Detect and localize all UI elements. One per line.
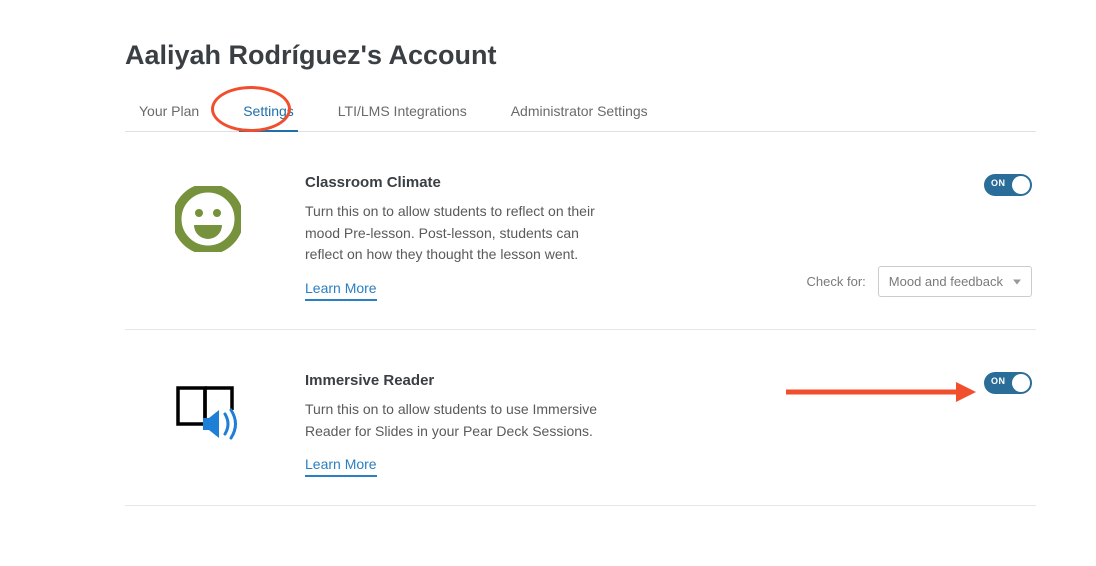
book-speaker-icon	[175, 384, 245, 444]
classroom-climate-body: Classroom Climate Turn this on to allow …	[305, 174, 615, 301]
toggle-on-label: ON	[991, 178, 1006, 188]
smiley-face-icon	[175, 186, 241, 252]
immersive-reader-body: Immersive Reader Turn this on to allow s…	[305, 372, 615, 477]
annotation-arrow	[786, 378, 976, 406]
setting-immersive-reader: Immersive Reader Turn this on to allow s…	[125, 330, 1036, 506]
tab-administrator-settings[interactable]: Administrator Settings	[507, 93, 652, 131]
check-for-label: Check for:	[807, 274, 866, 289]
setting-classroom-climate: Classroom Climate Turn this on to allow …	[125, 132, 1036, 330]
classroom-climate-description: Turn this on to allow students to reflec…	[305, 201, 615, 266]
immersive-reader-toggle-wrap: ON	[984, 372, 1032, 399]
check-for-row: Check for: Mood and feedback	[807, 266, 1032, 297]
page-title: Aaliyah Rodríguez's Account	[125, 40, 1036, 71]
classroom-climate-title: Classroom Climate	[305, 174, 615, 191]
toggle-knob	[1012, 176, 1030, 194]
tab-settings[interactable]: Settings	[239, 93, 298, 131]
immersive-reader-toggle[interactable]: ON	[984, 372, 1032, 394]
toggle-knob	[1012, 374, 1030, 392]
toggle-on-label: ON	[991, 376, 1006, 386]
tab-your-plan[interactable]: Your Plan	[135, 93, 203, 131]
settings-section: Classroom Climate Turn this on to allow …	[125, 132, 1036, 506]
classroom-climate-toggle[interactable]: ON	[984, 174, 1032, 196]
immersive-reader-description: Turn this on to allow students to use Im…	[305, 399, 615, 442]
check-for-dropdown[interactable]: Mood and feedback	[878, 266, 1032, 297]
tabs-bar: Your Plan Settings LTI/LMS Integrations …	[125, 93, 1036, 132]
immersive-reader-learn-more-link[interactable]: Learn More	[305, 456, 377, 477]
immersive-reader-title: Immersive Reader	[305, 372, 615, 389]
classroom-climate-learn-more-link[interactable]: Learn More	[305, 280, 377, 301]
classroom-climate-toggle-wrap: ON	[984, 174, 1032, 201]
classroom-climate-icon-col	[125, 174, 305, 252]
tab-lti-lms-integrations[interactable]: LTI/LMS Integrations	[334, 93, 471, 131]
immersive-reader-icon-col	[125, 372, 305, 444]
